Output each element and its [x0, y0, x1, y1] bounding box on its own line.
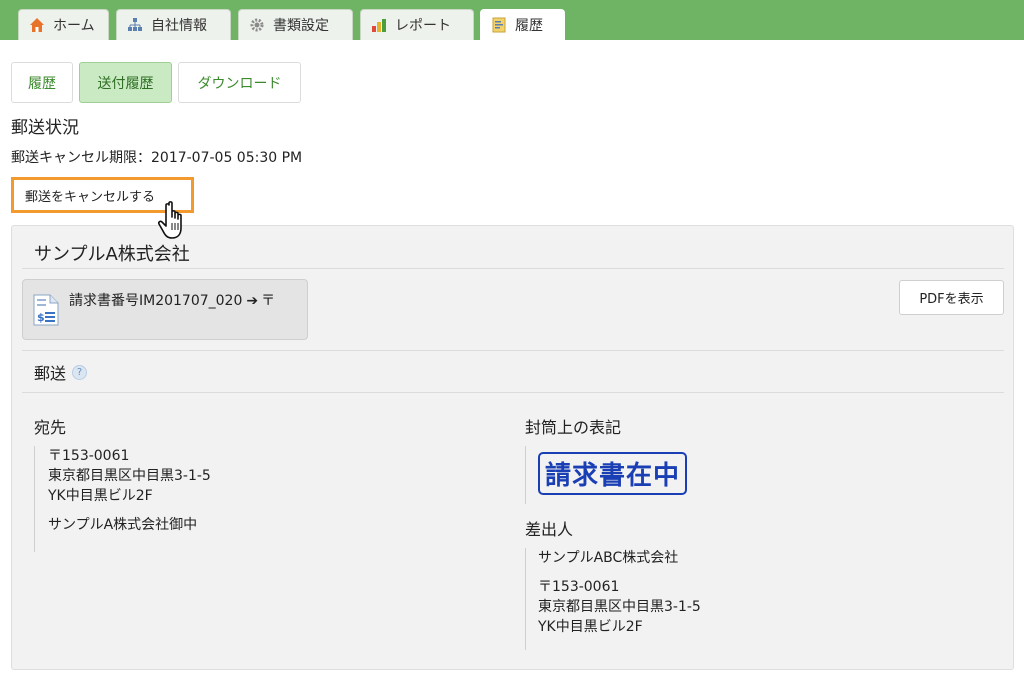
document-card[interactable]: $ 請求書番号IM201707_020 ➔ 〒 — [22, 279, 308, 340]
document-title: 請求書番号IM201707_020 ➔ 〒 — [69, 290, 275, 310]
company-icon — [127, 17, 143, 33]
home-icon — [29, 17, 45, 33]
invoice-enclosed-stamp: 請求書在中 — [538, 452, 688, 495]
tab-history-label: 履歴 — [515, 18, 543, 34]
gear-icon — [249, 17, 265, 33]
divider — [22, 392, 1004, 393]
subtab-download[interactable]: ダウンロード — [178, 62, 301, 103]
tab-document-settings[interactable]: 書類設定 — [238, 9, 353, 40]
tab-home[interactable]: ホーム — [18, 9, 109, 40]
sender-postal-code: 〒153-0061 — [538, 579, 620, 595]
top-navigation-bar: ホーム 自社情報 書類設定 レポート 履歴 — [0, 0, 1024, 40]
history-icon — [491, 17, 507, 33]
tab-document-settings-label: 書類設定 — [273, 18, 329, 34]
recipient-address-line1: 東京都目黒区中目黒3-1-5 — [48, 468, 211, 484]
divider — [22, 350, 1004, 351]
postal-mark-icon: 〒 — [261, 293, 276, 309]
help-icon[interactable]: ? — [72, 364, 88, 380]
tab-report[interactable]: レポート — [360, 9, 474, 40]
envelope-notation-block: 請求書在中 — [525, 446, 688, 504]
recipient-panel: サンプルA株式会社 $ 請求書番号IM201707_020 ➔ 〒 PDFを表示 郵… — [11, 225, 1014, 670]
recipient-address-line2: YK中目黒ビル2F — [48, 488, 153, 504]
subtab-history[interactable]: 履歴 — [11, 62, 73, 103]
invoice-document-icon: $ — [33, 294, 59, 326]
envelope-notation-heading: 封筒上の表記 — [525, 418, 622, 437]
tab-company-info[interactable]: 自社情報 — [116, 9, 231, 40]
hand-pointer-cursor-icon — [157, 200, 195, 242]
view-pdf-button[interactable]: PDFを表示 — [899, 280, 1004, 315]
recipient-heading: 宛先 — [34, 418, 67, 437]
mail-section-heading: 郵送 ? — [34, 360, 88, 384]
bar-chart-icon — [371, 17, 387, 33]
mail-section-title: 郵送 — [34, 364, 67, 383]
tab-company-info-label: 自社情報 — [151, 18, 207, 34]
cancel-deadline-text: 郵送キャンセル期限：2017-07-05 05:30 PM — [11, 150, 303, 166]
recipient-postal-code: 〒153-0061 — [48, 448, 130, 464]
recipient-address-block: 〒153-0061 東京都目黒区中目黒3-1-5 YK中目黒ビル2F サンプルA… — [34, 446, 211, 552]
recipient-company-name: サンプルA株式会社 — [34, 244, 190, 265]
subtab-sent-history[interactable]: 送付履歴 — [79, 62, 172, 103]
tab-report-label: レポート — [395, 18, 451, 34]
tab-home-label: ホーム — [53, 18, 95, 34]
mail-status-heading: 郵送状況 — [11, 118, 79, 138]
sender-address-line2: YK中目黒ビル2F — [538, 619, 643, 635]
divider — [22, 268, 1004, 269]
recipient-name: サンプルA株式会社御中 — [48, 517, 198, 533]
tab-history[interactable]: 履歴 — [480, 9, 565, 40]
document-name: 請求書番号IM201707_020 — [69, 293, 243, 309]
svg-text:$: $ — [37, 311, 45, 324]
sender-address-block: サンプルABC株式会社 〒153-0061 東京都目黒区中目黒3-1-5 YK中… — [525, 548, 701, 650]
sender-name: サンプルABC株式会社 — [538, 550, 679, 566]
arrow-right-icon: ➔ — [246, 293, 259, 309]
sender-heading: 差出人 — [525, 520, 574, 539]
sender-address-line1: 東京都目黒区中目黒3-1-5 — [538, 599, 701, 615]
